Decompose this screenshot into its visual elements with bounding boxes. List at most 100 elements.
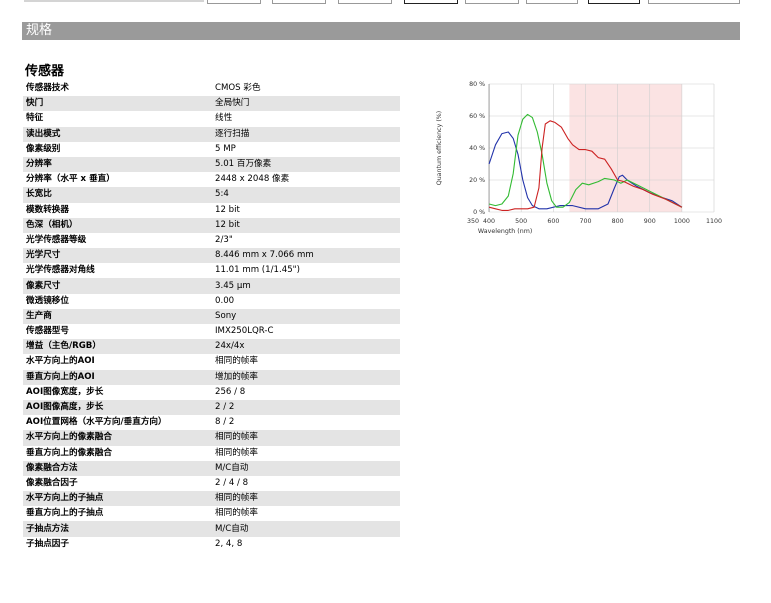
spec-value: 5.01 百万像素	[212, 156, 400, 173]
table-row: 垂直方向上的AOI 增加的帧率	[23, 369, 400, 385]
table-row: 分辨率（水平 x 垂直） 2448 x 2048 像素	[23, 172, 400, 188]
spec-label: 光学传感器对角线	[23, 263, 212, 279]
section-header: 规格	[22, 22, 740, 40]
table-row: 微透镜移位 0.00	[23, 293, 400, 309]
y-tick-label: 20 %	[469, 177, 485, 184]
x-tick-label: 900	[644, 218, 656, 225]
spec-value: 12 bit	[212, 202, 400, 218]
spec-value: CMOS 彩色	[212, 81, 400, 97]
top-divider	[24, 0, 204, 2]
spec-value: 线性	[212, 111, 400, 127]
spec-label: 传感器技术	[23, 81, 212, 97]
spec-value: M/C自动	[212, 460, 400, 476]
table-row: 光学传感器对角线 11.01 mm (1/1.45")	[23, 263, 400, 279]
x-tick-label: 700	[579, 218, 591, 225]
y-tick-label: 0 %	[473, 209, 485, 216]
spec-label: 微透镜移位	[23, 293, 212, 309]
spec-label: 垂直方向上的AOI	[23, 369, 212, 385]
spec-value: 相同的帧率	[212, 506, 400, 522]
x-tick-label: 1000	[674, 218, 690, 225]
table-row: 水平方向上的像素融合 相同的帧率	[23, 430, 400, 446]
spec-label: 垂直方向上的子抽点	[23, 506, 212, 522]
table-row: 垂直方向上的子抽点 相同的帧率	[23, 506, 400, 522]
top-box	[465, 0, 519, 4]
x-tick-label: 500	[515, 218, 527, 225]
spec-value: 5:4	[212, 187, 400, 203]
spec-table: 传感器技术 CMOS 彩色 快门 全局快门 特征 线性 读出模式 逐行扫描 像素级别 5 MP 分辨…	[23, 81, 400, 552]
table-row: 光学传感器等级 2/3"	[23, 232, 400, 249]
table-row: AOI图像高度，步长 2 / 2	[23, 399, 400, 416]
y-axis-label: Quantum efficiency (%)	[436, 111, 443, 186]
spec-value: 2, 4, 8	[212, 536, 400, 552]
table-row: 快门 全局快门	[23, 96, 400, 112]
spec-label: 子抽点方法	[23, 521, 212, 537]
spec-label: 水平方向上的子抽点	[23, 491, 212, 507]
spec-value: 0.00	[212, 293, 400, 309]
spec-value: 2/3"	[212, 232, 400, 249]
spec-value: 相同的帧率	[212, 354, 400, 370]
spec-label: 模数转换器	[23, 202, 212, 218]
table-row: AOI图像宽度，步长 256 / 8	[23, 384, 400, 400]
spec-value: 相同的帧率	[212, 491, 400, 507]
spec-value: 逐行扫描	[212, 126, 400, 142]
spec-value: 24x/4x	[212, 339, 400, 355]
spec-label: AOI图像宽度，步长	[23, 384, 212, 400]
spec-label: 分辨率	[23, 156, 212, 173]
spec-label: 水平方向上的像素融合	[23, 430, 212, 446]
table-row: 分辨率 5.01 百万像素	[23, 156, 400, 173]
spec-label: 传感器型号	[23, 324, 212, 340]
spec-value: 5 MP	[212, 141, 400, 157]
spec-value: 2 / 4 / 8	[212, 475, 400, 492]
top-box	[648, 0, 740, 4]
spec-value: 256 / 8	[212, 384, 400, 400]
table-row: 特征 线性	[23, 111, 400, 127]
x-tick-label: 800	[612, 218, 624, 225]
top-strip	[0, 0, 771, 4]
table-row: 色深（相机） 12 bit	[23, 217, 400, 233]
table-row: 长宽比 5:4	[23, 187, 400, 203]
spec-label: 光学传感器等级	[23, 232, 212, 249]
quantum-efficiency-chart: 350 400 500 600 700 800 900 1000 1100 0 % 20 % 40 %…	[436, 81, 722, 235]
spec-label: 特征	[23, 111, 212, 127]
table-title: 传感器	[25, 64, 65, 79]
spec-value: 8.446 mm x 7.066 mm	[212, 248, 400, 264]
x-tick-label: 1100	[706, 218, 722, 225]
spec-value: 12 bit	[212, 217, 400, 233]
spec-label: 增益（主色/RGB）	[23, 339, 212, 355]
spec-value: 2 / 2	[212, 399, 400, 416]
top-box	[526, 0, 578, 4]
top-box	[404, 0, 458, 4]
spec-value: M/C自动	[212, 521, 400, 537]
x-tick-label: 350	[467, 218, 479, 225]
spec-label: 像素级别	[23, 141, 212, 157]
table-row: 像素融合因子 2 / 4 / 8	[23, 475, 400, 492]
spec-value: 2448 x 2048 像素	[212, 172, 400, 188]
spec-label: AOI位置网格（水平方向/垂直方向）	[23, 415, 212, 431]
table-row: 水平方向上的子抽点 相同的帧率	[23, 491, 400, 507]
table-row: 光学尺寸 8.446 mm x 7.066 mm	[23, 248, 400, 264]
spec-value: 增加的帧率	[212, 369, 400, 385]
spec-label: 长宽比	[23, 187, 212, 203]
spec-label: 快门	[23, 96, 212, 112]
x-tick-label: 600	[547, 218, 559, 225]
table-row: 生产商 Sony	[23, 308, 400, 324]
spec-label: 像素融合方法	[23, 460, 212, 476]
table-row: 像素级别 5 MP	[23, 141, 400, 157]
spec-label: 读出模式	[23, 126, 212, 142]
y-tick-label: 40 %	[469, 145, 485, 152]
spec-label: AOI图像高度，步长	[23, 399, 212, 416]
table-row: 像素融合方法 M/C自动	[23, 460, 400, 476]
x-axis-label: Wavelength (nm)	[478, 228, 532, 235]
spec-label: 像素融合因子	[23, 475, 212, 492]
y-tick-label: 60 %	[469, 113, 485, 120]
table-row: 读出模式 逐行扫描	[23, 126, 400, 142]
table-row: 传感器技术 CMOS 彩色	[23, 81, 400, 97]
spec-label: 垂直方向上的像素融合	[23, 445, 212, 461]
top-box	[338, 0, 392, 4]
spec-label: 生产商	[23, 308, 212, 324]
section-title: 规格	[26, 23, 53, 38]
table-row: 子抽点方法 M/C自动	[23, 521, 400, 537]
spec-value: 3.45 µm	[212, 278, 400, 294]
table-row: 垂直方向上的像素融合 相同的帧率	[23, 445, 400, 461]
table-row: AOI位置网格（水平方向/垂直方向） 8 / 2	[23, 415, 400, 431]
